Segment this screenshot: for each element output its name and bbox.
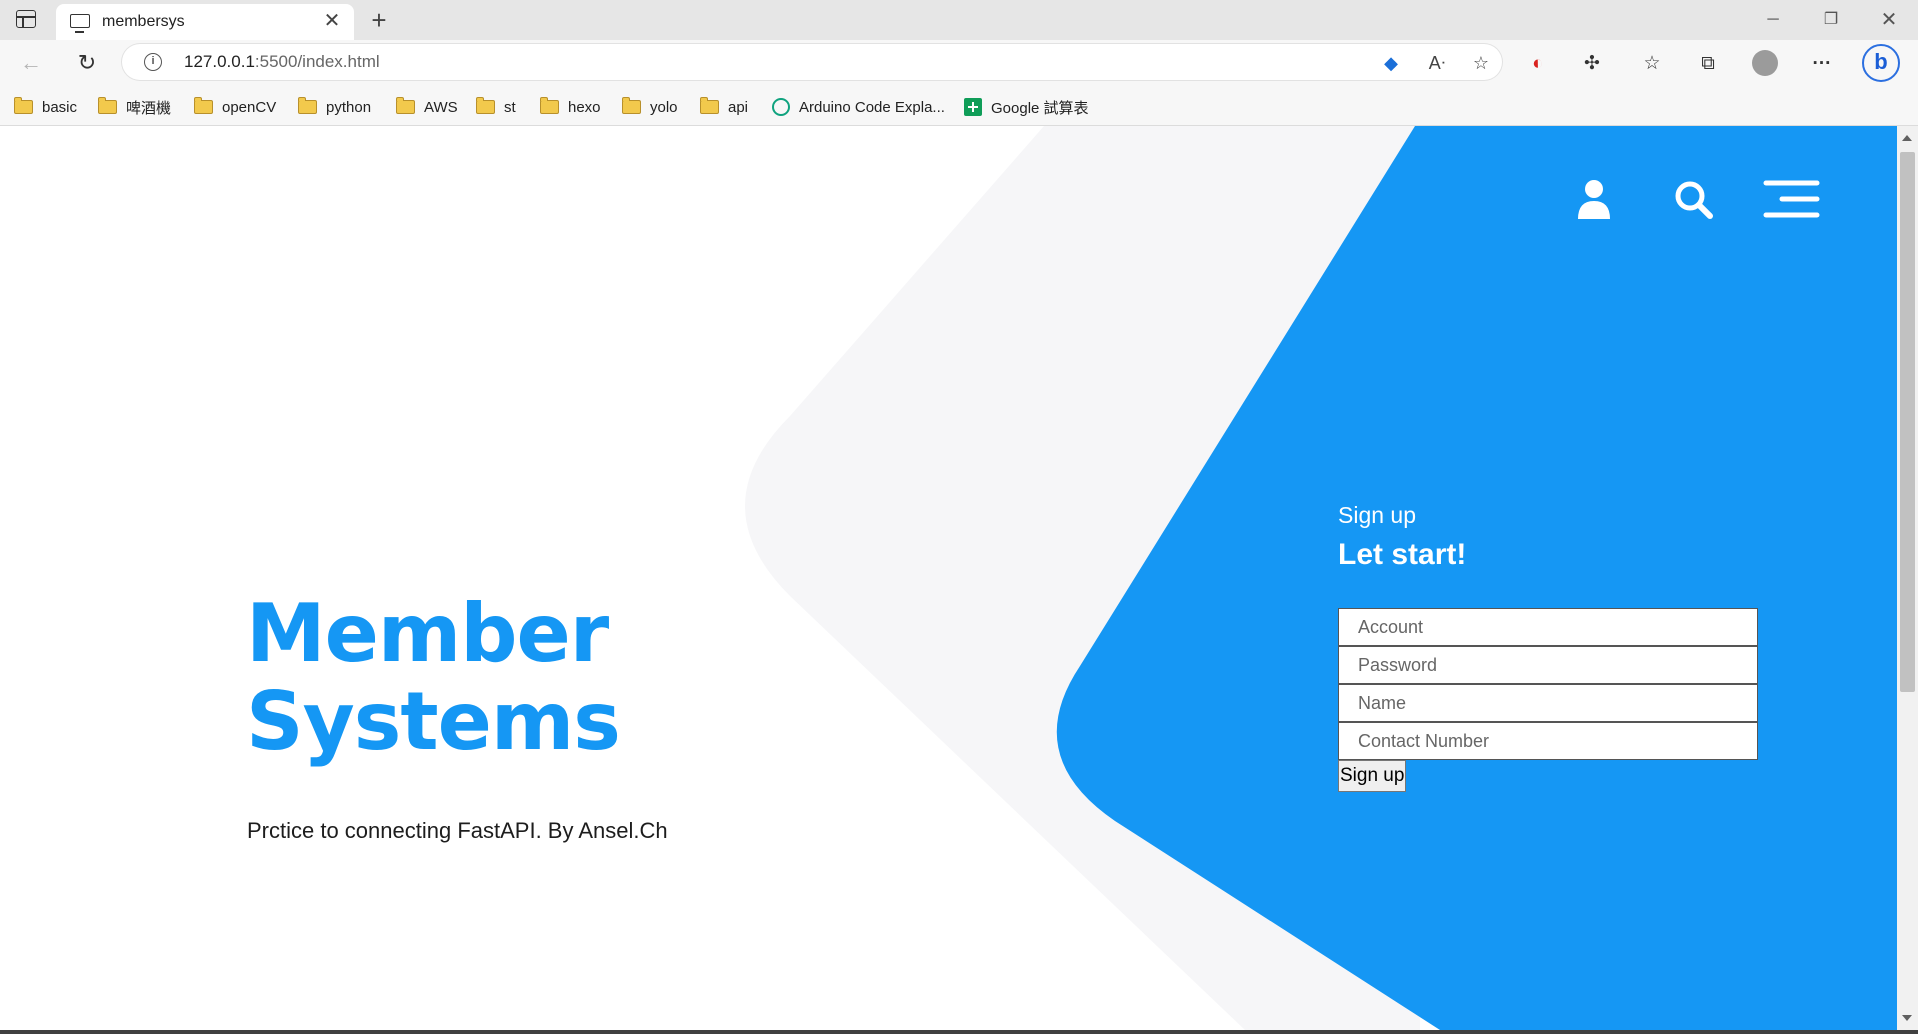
more-options-icon[interactable]: ··· bbox=[1808, 50, 1836, 78]
folder-icon bbox=[540, 97, 559, 114]
bookmark-item[interactable]: python bbox=[298, 96, 371, 118]
hero-subtitle: Prctice to connecting FastAPI. By Ansel.… bbox=[247, 818, 668, 843]
scroll-thumb[interactable] bbox=[1900, 152, 1915, 692]
minimize-icon[interactable]: ─ bbox=[1750, 6, 1796, 34]
password-input[interactable] bbox=[1338, 646, 1758, 684]
bookmark-item[interactable]: Google 試算表 bbox=[964, 96, 1089, 118]
bookmark-label: 啤酒機 bbox=[126, 99, 172, 117]
folder-icon bbox=[622, 97, 641, 114]
browser-tab[interactable]: membersys ✕ bbox=[56, 4, 354, 40]
bookmark-label: AWS bbox=[424, 98, 458, 116]
bookmark-item[interactable]: Arduino Code Expla... bbox=[772, 96, 945, 118]
bookmark-label: Arduino Code Expla... bbox=[799, 98, 945, 116]
shopping-tag-icon[interactable]: ◆ bbox=[1378, 50, 1404, 76]
signup-form: Sign up Let start! Sign up bbox=[1338, 502, 1758, 792]
browser-toolbar: ← ↻ i 127.0.0.1:5500/index.html ◆ Aᐧ ☆ ◐… bbox=[0, 40, 1918, 86]
bookmark-item[interactable]: yolo bbox=[622, 96, 678, 118]
bookmark-item[interactable]: openCV bbox=[194, 96, 276, 118]
folder-icon bbox=[194, 97, 213, 114]
bookmark-label: st bbox=[504, 98, 516, 116]
bookmark-item[interactable]: hexo bbox=[540, 96, 601, 118]
hero-title-line1: Member bbox=[246, 587, 609, 680]
folder-icon bbox=[476, 97, 495, 114]
back-arrow-icon[interactable]: ← bbox=[16, 48, 46, 78]
restore-icon[interactable]: ❐ bbox=[1808, 6, 1854, 34]
scroll-down-arrow-icon[interactable] bbox=[1902, 1015, 1912, 1021]
form-heading: Let start! bbox=[1338, 538, 1467, 571]
extensions-icon[interactable]: ✣ bbox=[1578, 50, 1606, 78]
bookmarks-bar: basic 啤酒機 openCV python AWS st hexo yolo… bbox=[0, 86, 1918, 126]
extension-red-icon[interactable]: ◐ bbox=[1524, 50, 1552, 78]
bookmark-label: yolo bbox=[650, 98, 678, 116]
bookmark-label: Google 試算表 bbox=[991, 99, 1089, 117]
page-scrollbar[interactable] bbox=[1897, 126, 1918, 1030]
bookmark-item[interactable]: st bbox=[476, 96, 516, 118]
bookmark-item[interactable]: 啤酒機 bbox=[98, 96, 171, 118]
reload-icon[interactable]: ↻ bbox=[72, 48, 102, 78]
bookmark-label: python bbox=[326, 98, 372, 116]
url-text[interactable]: 127.0.0.1:5500/index.html bbox=[184, 52, 380, 72]
folder-icon bbox=[14, 97, 33, 114]
name-input[interactable] bbox=[1338, 684, 1758, 722]
bookmark-label: api bbox=[728, 98, 749, 116]
url-host: 127.0.0.1 bbox=[184, 52, 255, 71]
browser-titlebar: membersys ✕ + ─ ❐ ✕ bbox=[0, 0, 1918, 40]
folder-icon bbox=[298, 97, 317, 114]
chatgpt-icon bbox=[772, 98, 790, 116]
form-fields bbox=[1338, 608, 1758, 760]
collections-icon[interactable]: ⧉ bbox=[1694, 50, 1722, 78]
scroll-up-arrow-icon[interactable] bbox=[1902, 135, 1912, 141]
read-aloud-icon[interactable]: Aᐧ bbox=[1424, 50, 1450, 76]
profile-avatar[interactable] bbox=[1752, 50, 1778, 76]
folder-icon bbox=[396, 97, 415, 114]
favorites-icon[interactable]: ☆ bbox=[1638, 50, 1666, 78]
search-icon[interactable] bbox=[1673, 179, 1713, 219]
user-icon[interactable] bbox=[1576, 179, 1612, 219]
hero-title: Member Systems bbox=[246, 587, 621, 768]
contact-number-input[interactable] bbox=[1338, 722, 1758, 760]
folder-icon bbox=[700, 97, 719, 114]
bing-chat-icon[interactable]: b bbox=[1862, 44, 1900, 82]
taskbar-edge bbox=[0, 1030, 1918, 1034]
bookmark-item[interactable]: AWS bbox=[396, 96, 458, 118]
bookmark-item[interactable]: api bbox=[700, 96, 748, 118]
account-input[interactable] bbox=[1338, 608, 1758, 646]
sidebar-toggle-icon[interactable] bbox=[16, 10, 36, 28]
form-kicker: Sign up bbox=[1338, 502, 1417, 528]
bookmark-item[interactable]: basic bbox=[14, 96, 77, 118]
url-path: :5500/index.html bbox=[254, 52, 380, 71]
google-sheets-icon bbox=[964, 98, 982, 116]
add-favorite-icon[interactable]: ☆ bbox=[1468, 50, 1494, 76]
address-bar[interactable]: i 127.0.0.1:5500/index.html ◆ Aᐧ ☆ bbox=[122, 44, 1502, 80]
tab-close-icon[interactable]: ✕ bbox=[320, 9, 344, 33]
folder-icon bbox=[98, 97, 117, 114]
menu-icon[interactable] bbox=[1760, 179, 1820, 219]
monitor-icon bbox=[70, 14, 90, 33]
new-tab-icon[interactable]: + bbox=[364, 4, 394, 36]
window-close-icon[interactable]: ✕ bbox=[1866, 6, 1912, 34]
page-viewport: Member Systems Prctice to connecting Fas… bbox=[0, 126, 1897, 1030]
bookmark-label: openCV bbox=[222, 98, 277, 116]
tab-title: membersys bbox=[102, 13, 185, 30]
info-icon[interactable]: i bbox=[144, 53, 162, 71]
bookmark-label: hexo bbox=[568, 98, 601, 116]
bookmark-label: basic bbox=[42, 98, 78, 116]
signup-button[interactable]: Sign up bbox=[1338, 760, 1407, 792]
hero-title-line2: Systems bbox=[246, 675, 621, 768]
